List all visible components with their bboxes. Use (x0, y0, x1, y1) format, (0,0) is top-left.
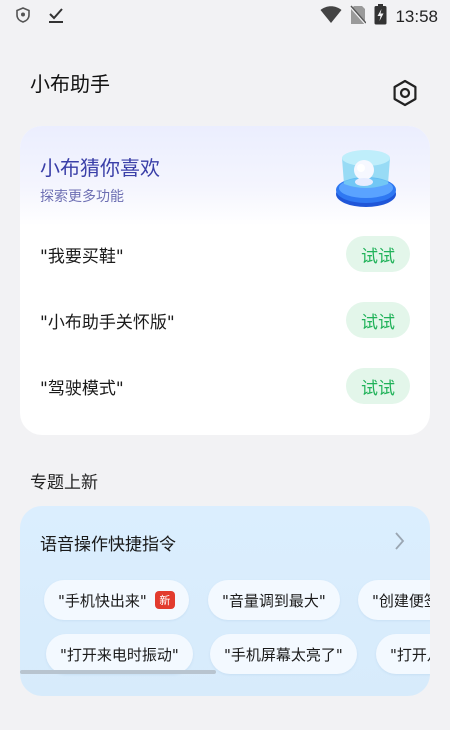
shield-icon (16, 6, 30, 28)
shortcut-chip[interactable]: "手机屏幕太亮了" (210, 634, 357, 674)
new-badge: 新 (154, 591, 175, 609)
card-title: 语音操作快捷指令 (40, 535, 176, 555)
status-bar: 13:58 (0, 0, 450, 34)
shortcut-chip[interactable]: "音量调到最大" (208, 580, 340, 620)
chip-text: "创建便签 (372, 591, 430, 610)
horizontal-scrollbar[interactable] (20, 670, 216, 674)
suggestion-text: "我要买鞋" (40, 246, 124, 267)
voice-shortcuts-card[interactable]: 语音操作快捷指令 "手机快出来" 新 "音量调到最大" "创建便签 "打开来电时… (20, 506, 430, 696)
shortcut-chip[interactable]: "创建便签 (358, 580, 430, 620)
chip-text: "手机屏幕太亮了" (224, 645, 343, 664)
wifi-icon (320, 5, 342, 29)
suggestion-text: "驾驶模式" (40, 378, 124, 399)
status-time: 13:58 (395, 7, 438, 26)
card-title: 小布猜你喜欢 (40, 156, 160, 180)
suggestion-row[interactable]: "我要买鞋" 试试 (20, 234, 430, 274)
battery-icon (374, 4, 387, 30)
chip-text: "音量调到最大" (222, 591, 326, 610)
recommendation-card: 小布猜你喜欢 探索更多功能 "我要买鞋" 试试 "小布助手关怀版" 试试 "驾驶… (20, 126, 430, 435)
settings-button[interactable] (390, 79, 420, 111)
suggestion-text: "小布助手关怀版" (40, 312, 175, 333)
try-button[interactable]: 试试 (346, 302, 410, 338)
section-title: 专题上新 (30, 473, 98, 493)
explore-more-link[interactable]: 探索更多功能 (40, 186, 124, 206)
assistant-illustration (328, 138, 404, 214)
suggestion-row[interactable]: "驾驶模式" 试试 (20, 366, 430, 406)
suggestion-row[interactable]: "小布助手关怀版" 试试 (20, 300, 430, 340)
download-done-icon (48, 6, 64, 29)
chip-text: "打开八 (390, 645, 430, 664)
no-sim-icon (349, 4, 368, 30)
settings-icon (392, 79, 418, 111)
shortcut-chip[interactable]: "手机快出来" 新 (44, 580, 189, 620)
shortcut-chip[interactable]: "打开来电时振动" (46, 634, 193, 674)
page-title: 小布助手 (30, 72, 110, 96)
chip-text: "打开来电时振动" (60, 645, 179, 664)
shortcut-chip[interactable]: "打开八 (376, 634, 430, 674)
try-button[interactable]: 试试 (346, 236, 410, 272)
chip-text: "手机快出来" (58, 591, 147, 610)
try-button[interactable]: 试试 (346, 368, 410, 404)
chevron-right-icon[interactable] (390, 530, 408, 552)
